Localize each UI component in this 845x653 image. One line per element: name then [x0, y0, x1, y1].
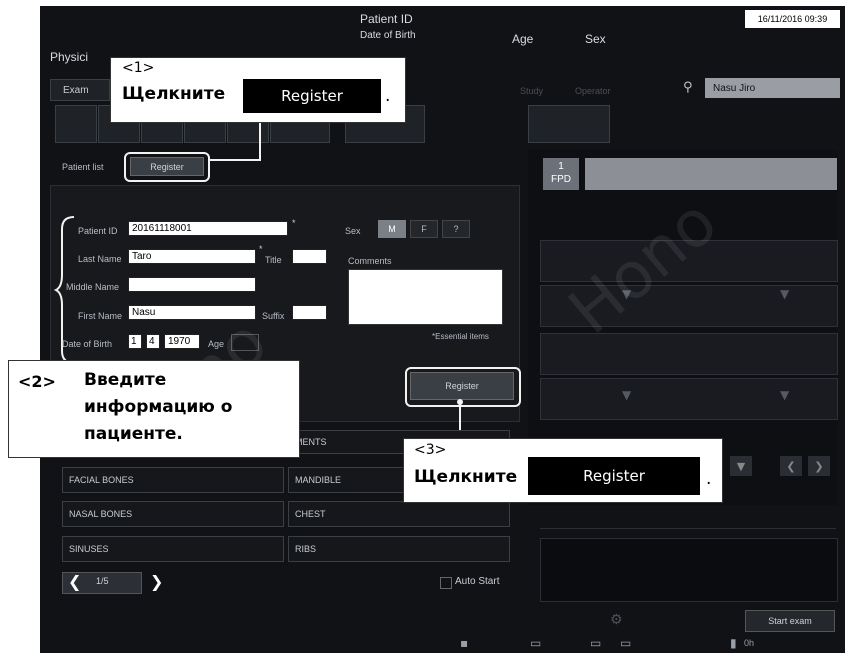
first-name-input[interactable]: Nasu — [128, 305, 256, 320]
sequence-slot[interactable] — [540, 333, 838, 375]
monitor-icon: ▭ — [590, 636, 602, 650]
chevron-right-icon[interactable]: ❯ — [808, 456, 830, 476]
storage-icon: ▮ — [730, 636, 737, 650]
dob-field-label: Date of Birth — [62, 339, 113, 349]
essential-items-note: *Essential items — [432, 332, 489, 341]
prev-page-icon[interactable]: ❮ — [68, 572, 81, 591]
toolbar-slot[interactable] — [55, 105, 97, 143]
sex-label: Sex — [585, 32, 606, 46]
last-name-label: Last Name — [78, 254, 122, 264]
tab-exam[interactable]: Exam — [50, 79, 110, 101]
operator-label: Operator — [575, 86, 611, 96]
callout-3-register-label: Register — [528, 457, 700, 495]
callout-2-number: <2> — [18, 372, 56, 391]
fpd-label: FPD — [551, 174, 571, 185]
dob-label: Date of Birth — [360, 30, 416, 41]
dob-year-input[interactable]: 1970 — [164, 334, 200, 349]
comments-textarea[interactable] — [348, 269, 503, 325]
chevron-left-icon[interactable]: ❮ — [780, 456, 802, 476]
fpd-bar — [585, 158, 837, 190]
first-name-label: First Name — [78, 311, 123, 321]
auto-start-checkbox[interactable] — [440, 577, 452, 589]
status-row — [540, 510, 836, 529]
exam-list-item[interactable]: FACIAL BONES — [62, 467, 284, 493]
dob-month-input[interactable]: 4 — [146, 334, 160, 349]
age-field — [231, 334, 259, 351]
patient-id-field-label: Patient ID — [78, 226, 118, 236]
message-area — [540, 538, 838, 602]
study-label: Study — [520, 86, 544, 96]
patient-id-label: Patient ID — [360, 12, 413, 26]
patient-list-label[interactable]: Patient list — [62, 162, 104, 172]
age-field-label: Age — [208, 339, 225, 349]
callout-3-text: Щелкните — [414, 467, 518, 487]
patient-id-input[interactable]: 20161118001 — [128, 221, 288, 236]
last-name-input[interactable]: Taro — [128, 249, 256, 264]
comments-label: Comments — [348, 256, 392, 266]
chevron-down-icon: ▼ — [622, 287, 632, 301]
gear-icon[interactable]: ⚙ — [610, 612, 623, 628]
callout-2-line2: информацию о — [84, 397, 233, 417]
register-top-button[interactable]: Register — [130, 157, 204, 176]
datetime-display: 16/11/2016 09:39 — [745, 10, 840, 28]
chevron-down-icon: ▼ — [780, 287, 790, 301]
chevron-down-icon: ▼ — [780, 388, 790, 402]
callout-3-period: . — [706, 469, 712, 489]
exam-list-item[interactable]: CHEST — [288, 501, 510, 527]
fpd-number: 1 — [558, 161, 564, 172]
user-icon: ⚲ — [683, 80, 693, 95]
suffix-label: Suffix — [262, 311, 285, 321]
sequence-slot[interactable] — [540, 378, 838, 420]
dob-day-input[interactable]: 1 — [128, 334, 142, 349]
chevron-down-icon[interactable]: ▼ — [730, 456, 752, 476]
register-bottom-button[interactable]: Register — [410, 372, 514, 400]
callout-1-register-label: Register — [243, 79, 381, 113]
exam-list-item[interactable]: RIBS — [288, 536, 510, 562]
callout-3-number: <3> — [414, 442, 447, 458]
chevron-down-icon: ▼ — [622, 388, 632, 402]
callout-1-period: . — [385, 86, 391, 106]
sequence-slot[interactable] — [540, 285, 838, 327]
exam-list-item[interactable]: SINUSES — [62, 536, 284, 562]
fpd-badge[interactable]: 1 FPD — [543, 158, 579, 190]
middle-name-input[interactable] — [128, 277, 256, 292]
storage-label: 0h — [744, 638, 755, 648]
callout-2-line3: пациенте. — [84, 424, 183, 444]
auto-start-label[interactable]: Auto Start — [455, 576, 499, 587]
required-asterisk: * — [292, 218, 296, 228]
page-indicator: 1/5 — [96, 576, 109, 586]
start-exam-button[interactable]: Start exam — [745, 610, 835, 632]
callout-1-connector — [208, 120, 261, 161]
operator-name-display[interactable]: Nasu Jiro — [705, 78, 840, 98]
callout-2-line1: Введите — [84, 370, 167, 390]
monitor-icon: ▭ — [620, 636, 632, 650]
monitor-icon: ▭ — [530, 636, 542, 650]
physician-label: Physici — [50, 50, 89, 64]
callout-1-number: <1> — [122, 60, 155, 76]
middle-name-label: Middle Name — [66, 282, 120, 292]
title-input[interactable] — [292, 249, 327, 264]
sex-m-button[interactable]: M — [378, 220, 406, 238]
toolbar-slot[interactable] — [528, 105, 610, 143]
exam-list-item[interactable]: NASAL BONES — [62, 501, 284, 527]
callout-1-text: Щелкните — [122, 84, 226, 104]
sex-field-label: Sex — [345, 226, 361, 236]
title-label: Title — [265, 255, 282, 265]
suffix-input[interactable] — [292, 305, 327, 320]
device-icon: ▪ — [460, 636, 469, 650]
sex-f-button[interactable]: F — [410, 220, 438, 238]
next-page-icon[interactable]: ❯ — [150, 572, 163, 591]
required-asterisk: * — [259, 244, 263, 254]
sequence-slot[interactable] — [540, 240, 838, 282]
sex-unknown-button[interactable]: ? — [442, 220, 470, 238]
age-label: Age — [512, 32, 534, 46]
